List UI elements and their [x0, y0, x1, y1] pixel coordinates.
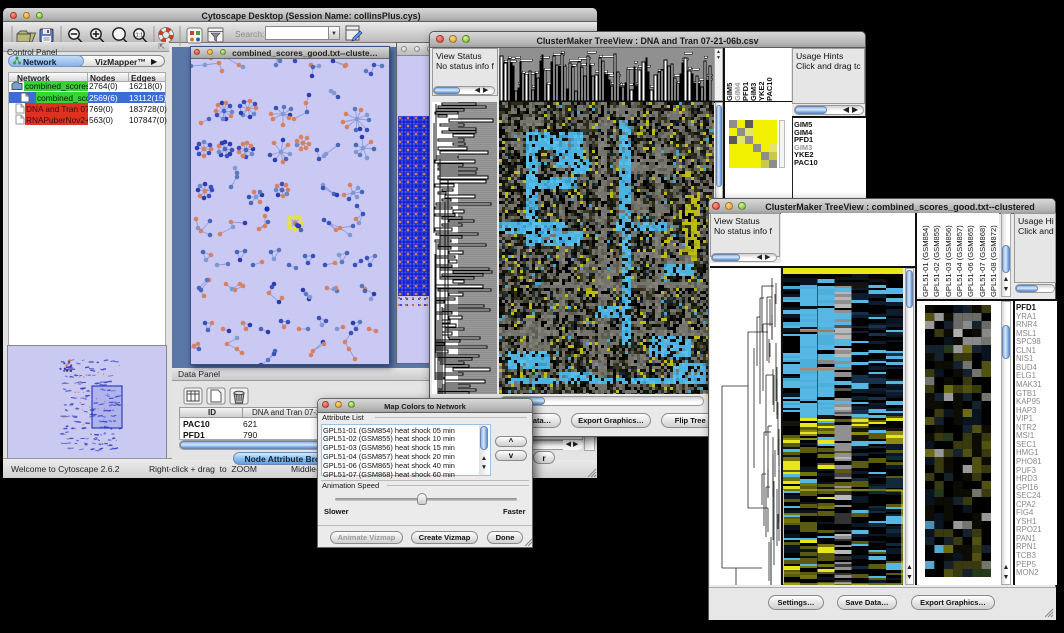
svg-text:1:1: 1:1: [136, 33, 144, 39]
